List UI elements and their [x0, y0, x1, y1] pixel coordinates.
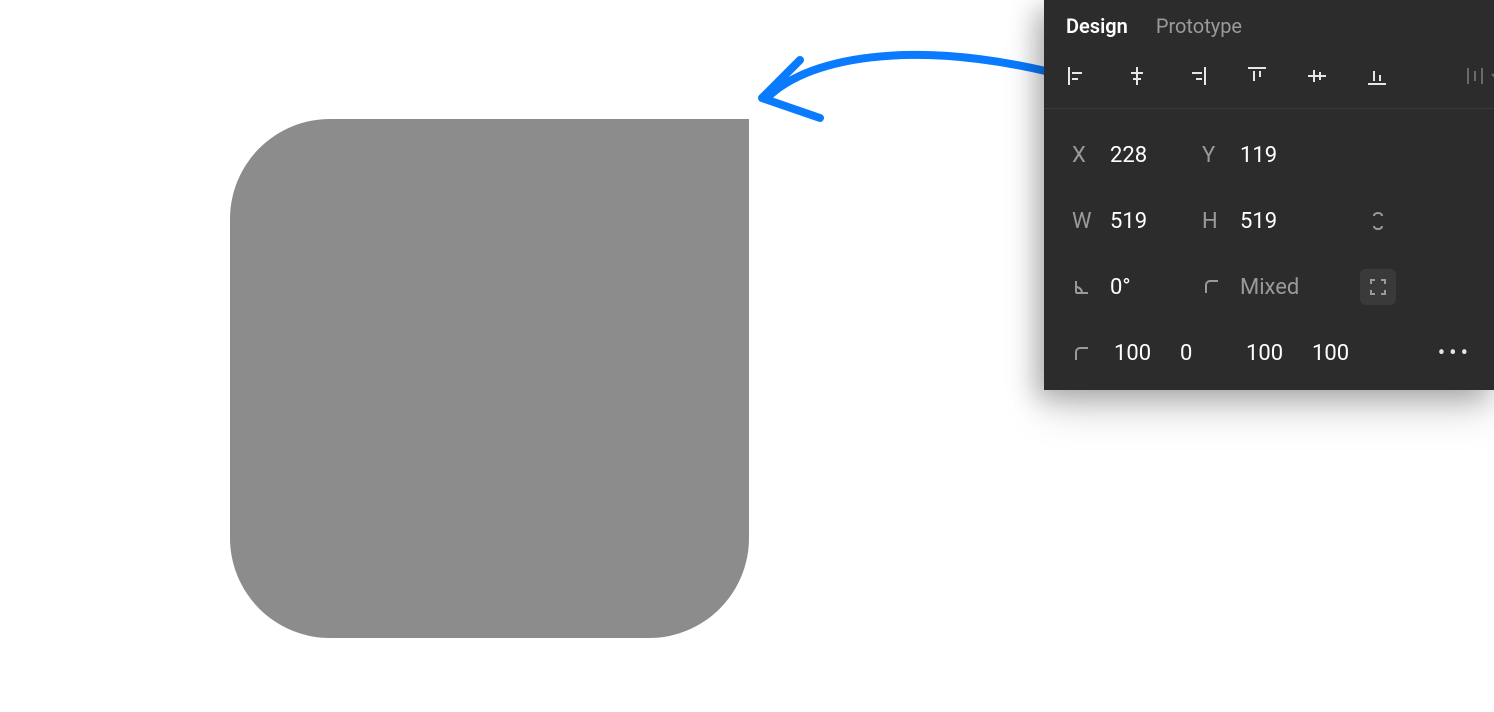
tab-prototype[interactable]: Prototype: [1156, 14, 1242, 38]
rotation-icon: [1072, 277, 1110, 297]
h-input[interactable]: 519: [1240, 209, 1360, 234]
alignment-row: [1044, 56, 1494, 109]
corner-radius-input[interactable]: Mixed: [1240, 275, 1360, 300]
individual-corners-row: 100 0 100 100 •••: [1044, 311, 1494, 372]
position-spacer: [1360, 137, 1396, 173]
w-input[interactable]: 519: [1110, 209, 1202, 234]
y-label: Y: [1202, 143, 1240, 168]
x-input[interactable]: 228: [1110, 143, 1202, 168]
independent-corners-icon[interactable]: [1360, 269, 1396, 305]
constrain-proportions-icon[interactable]: [1360, 203, 1396, 239]
canvas-rectangle[interactable]: [230, 119, 749, 638]
properties-panel: Design Prototype X 228: [1044, 0, 1494, 390]
align-right-icon[interactable]: [1186, 62, 1208, 90]
y-input[interactable]: 119: [1240, 143, 1360, 168]
corner-more-icon[interactable]: •••: [1438, 341, 1472, 366]
corner-tl-icon: [1072, 344, 1092, 364]
x-label: X: [1072, 143, 1110, 168]
align-hcenter-icon[interactable]: [1126, 62, 1148, 90]
align-top-icon[interactable]: [1246, 62, 1268, 90]
h-label: H: [1202, 209, 1240, 234]
align-vcenter-icon[interactable]: [1306, 62, 1328, 90]
rotation-input[interactable]: 0°: [1110, 275, 1202, 300]
corner-tl-input[interactable]: 100: [1114, 341, 1158, 366]
corner-br-input[interactable]: 100: [1246, 341, 1290, 366]
corner-bl-input[interactable]: 100: [1312, 341, 1356, 366]
w-label: W: [1072, 209, 1110, 234]
corner-tr-input[interactable]: 0: [1180, 341, 1224, 366]
tab-design[interactable]: Design: [1066, 14, 1128, 38]
distribute-menu-icon[interactable]: [1464, 65, 1494, 87]
align-left-icon[interactable]: [1066, 62, 1088, 90]
align-bottom-icon[interactable]: [1366, 62, 1388, 90]
panel-tabs: Design Prototype: [1044, 0, 1494, 56]
transform-grid: X 228 Y 119 W 519 H 519 0° Mixed: [1044, 109, 1494, 311]
corner-radius-icon: [1202, 277, 1240, 297]
